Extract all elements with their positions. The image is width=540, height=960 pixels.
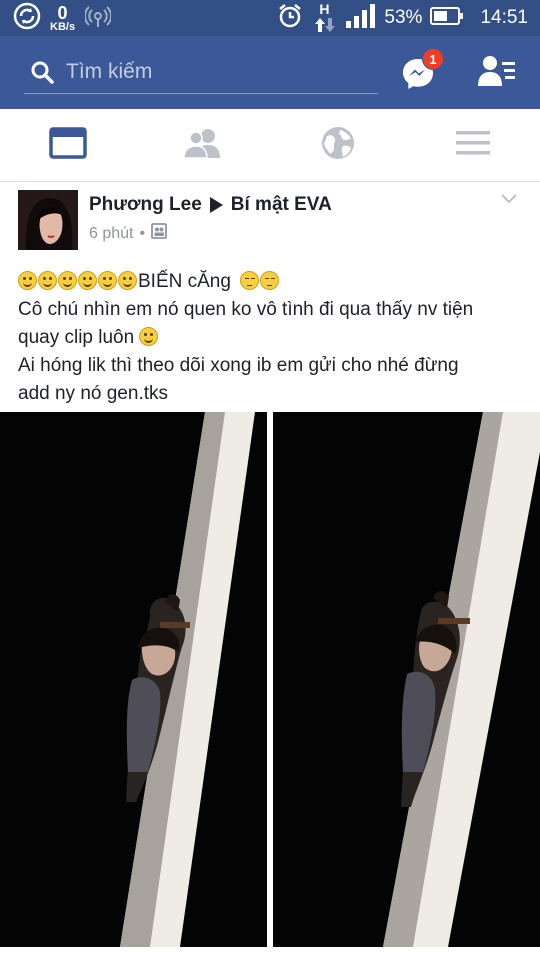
messenger-button[interactable]: 1 xyxy=(400,48,444,92)
sync-icon xyxy=(12,1,42,36)
post-options-button[interactable] xyxy=(500,190,518,208)
friend-list-icon xyxy=(478,56,516,92)
smile-emoji-icon xyxy=(38,271,57,290)
post-line-1: BIẾN cĂng xyxy=(18,268,528,296)
search-input[interactable]: Tìm kiếm xyxy=(24,52,378,94)
clock: 14:51 xyxy=(480,7,528,28)
smile-emoji-icon xyxy=(139,327,159,346)
signal-icon xyxy=(346,3,376,33)
post-line-2: Cô chú nhìn em nó quen ko vô tình đi qua… xyxy=(18,299,474,320)
tab-friends[interactable] xyxy=(135,109,270,182)
chevron-down-icon xyxy=(500,194,518,212)
smile-emoji-icon xyxy=(18,271,37,290)
messenger-badge: 1 xyxy=(422,48,444,70)
smile-emoji-icon xyxy=(98,271,117,290)
speed-value: 0 xyxy=(57,2,68,23)
post-text: BIẾN cĂng Cô chú nhìn em nó quen ko vô t… xyxy=(18,268,528,408)
post-header: Phương Lee Bí mật EVA xyxy=(89,194,332,216)
tab-notifications[interactable] xyxy=(270,109,405,182)
feed-post: Phương Lee Bí mật EVA 6 phút • BIẾN cĂng… xyxy=(0,182,540,960)
battery-percent: 53% xyxy=(384,7,423,28)
post-line-5: add ny nó gen.tks xyxy=(18,383,168,404)
alarm-icon xyxy=(276,2,304,35)
pensive-emoji-icon xyxy=(260,271,280,290)
group-name[interactable]: Bí mật EVA xyxy=(231,194,332,216)
post-time[interactable]: 6 phút xyxy=(89,225,133,243)
smile-emoji-icon xyxy=(58,271,77,290)
network-type: H xyxy=(319,1,330,17)
post-meta: 6 phút • xyxy=(89,223,167,244)
network-speed: 0 KB/s xyxy=(50,4,75,33)
smile-emoji-icon xyxy=(118,271,137,290)
speed-unit: KB/s xyxy=(50,20,76,33)
post-line-1-text: BIẾN cĂng xyxy=(138,271,231,292)
wifi-hotspot-icon xyxy=(84,3,113,34)
battery-icon xyxy=(430,6,464,31)
post-photos xyxy=(0,412,540,950)
post-photo-2[interactable] xyxy=(273,412,540,947)
post-line-3: quay clip luôn xyxy=(18,324,528,352)
tab-news-feed[interactable] xyxy=(0,109,135,182)
data-arrows-icon: H xyxy=(312,1,338,35)
friends-icon xyxy=(182,128,222,163)
globe-icon xyxy=(321,126,355,165)
meta-separator: • xyxy=(139,224,146,242)
avatar[interactable] xyxy=(18,190,78,250)
menu-icon xyxy=(455,129,490,162)
search-placeholder: Tìm kiếm xyxy=(66,60,153,83)
search-icon xyxy=(30,60,56,91)
group-icon xyxy=(151,223,167,244)
status-bar-left: 0 KB/s xyxy=(12,1,113,36)
smile-emoji-icon xyxy=(78,271,97,290)
top-bar: Tìm kiếm 1 xyxy=(0,36,540,109)
status-bar: 0 KB/s H 53% 14:51 xyxy=(0,0,540,36)
tab-bar xyxy=(0,109,540,182)
status-bar-right: H 53% 14:51 xyxy=(276,0,528,36)
pensive-emoji-icon xyxy=(240,271,260,290)
author-name[interactable]: Phương Lee xyxy=(89,194,202,216)
post-photo-1[interactable] xyxy=(0,412,267,947)
post-line-3-text: quay clip luôn xyxy=(18,327,135,348)
arrow-right-icon xyxy=(209,197,223,213)
post-line-4: Ai hóng lik thì theo dõi xong ib em gửi … xyxy=(18,355,459,376)
friend-requests-button[interactable] xyxy=(478,54,518,94)
news-feed-icon xyxy=(48,127,87,164)
tab-menu[interactable] xyxy=(405,109,540,182)
